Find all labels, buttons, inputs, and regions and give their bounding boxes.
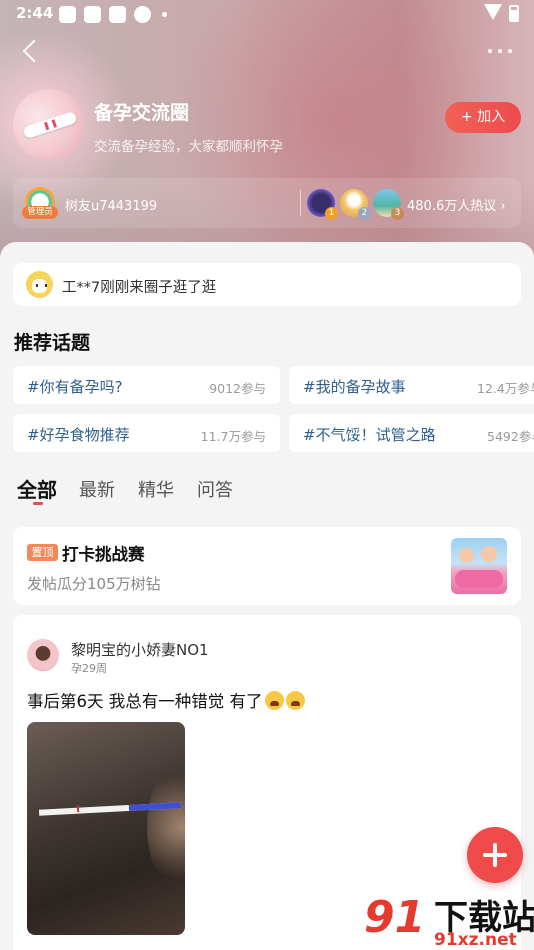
top-member-avatar[interactable]: 3 [373, 189, 404, 220]
topic-count: 5492参与 [487, 429, 534, 444]
post-username[interactable]: 黎明宝的小娇妻NO1 [71, 639, 209, 660]
topic-name: #你有备孕吗? [27, 378, 123, 396]
topic-count: 9012参与 [209, 381, 266, 396]
topic-card[interactable]: #好孕食物推荐 11.7万参与 [13, 414, 280, 452]
heat-count: 480.6万人热议 [407, 199, 497, 214]
circle-avatar [13, 89, 84, 160]
notification-icon [109, 6, 126, 23]
topic-count: 12.4万参与 [477, 381, 534, 396]
pinned-subtitle: 发帖瓜分105万树钻 [27, 575, 161, 593]
heat-count-link[interactable]: 480.6万人热议 › [407, 195, 506, 214]
notification-icon [84, 6, 101, 23]
battery-icon [509, 5, 519, 22]
pinned-title: 打卡挑战赛 [62, 545, 145, 564]
create-post-button[interactable] [467, 827, 523, 883]
back-icon[interactable] [18, 36, 46, 66]
pinned-post[interactable]: 置顶 打卡挑战赛 发帖瓜分105万树钻 [13, 527, 521, 605]
more-notifications-dot [162, 12, 167, 17]
rank-badge: 2 [358, 207, 371, 220]
visitor-avatar-icon [26, 271, 53, 298]
divider [300, 190, 301, 216]
rank-badge: 1 [325, 207, 338, 220]
admin-name[interactable]: 树友u7443199 [65, 195, 157, 214]
rank-badge: 3 [391, 207, 404, 220]
topic-count: 11.7万参与 [200, 429, 266, 444]
tab-qa[interactable]: 问答 [197, 476, 233, 502]
tab-featured[interactable]: 精华 [138, 476, 174, 502]
recommended-topics-title: 推荐话题 [14, 332, 91, 354]
emoji-crying-icon [264, 691, 284, 710]
status-time: 2:44 [16, 4, 54, 22]
post-image[interactable] [27, 722, 185, 935]
admin-badge: 管理员 [22, 206, 58, 219]
emoji-crying-icon [285, 691, 305, 710]
pinned-badge: 置顶 [27, 544, 58, 561]
topic-card[interactable]: #我的备孕故事 12.4万参与 [289, 366, 534, 404]
notification-icon [59, 6, 76, 23]
visitor-notice-text: 工**7刚刚来圈子逛了逛 [62, 280, 217, 296]
tab-all[interactable]: 全部 [17, 474, 57, 503]
circle-info-bar: 管理员 树友u7443199 1 2 3 480.6万人热议 › [13, 178, 521, 228]
post-text-line: 事后第6天 我总有一种错觉 有了 [27, 688, 305, 712]
watermark-mark: 91 [364, 892, 426, 943]
visitor-notice: 工**7刚刚来圈子逛了逛 [13, 263, 521, 306]
post-text: 事后第6天 我总有一种错觉 有了 [27, 692, 263, 711]
tab-latest[interactable]: 最新 [79, 476, 115, 502]
circle-description: 交流备孕经验，大家都顺利怀孕 [94, 139, 283, 155]
active-tab-indicator [33, 502, 43, 505]
top-member-avatar[interactable]: 1 [307, 189, 338, 220]
pinned-thumbnail [451, 538, 507, 594]
circle-content: 工**7刚刚来圈子逛了逛 推荐话题 #你有备孕吗? 9012参与 #我的备孕故事… [0, 242, 534, 950]
status-bar: 2:44 [0, 0, 534, 28]
chevron-right-icon: › [500, 199, 506, 214]
topic-card[interactable]: #你有备孕吗? 9012参与 [13, 366, 280, 404]
avatar[interactable] [27, 639, 59, 671]
top-member-avatar[interactable]: 2 [340, 189, 371, 220]
topic-name: #好孕食物推荐 [27, 426, 130, 444]
join-button[interactable]: + 加入 [445, 102, 521, 133]
topic-name: #不气馁！试管之路 [303, 426, 436, 444]
watermark-url: 91xz.net [434, 930, 517, 950]
topic-card[interactable]: #不气馁！试管之路 5492参与 [289, 414, 534, 452]
more-icon[interactable] [488, 40, 514, 60]
topic-name: #我的备孕故事 [303, 378, 406, 396]
pregnancy-week: 孕29周 [71, 662, 107, 675]
wifi-icon [484, 4, 502, 20]
circle-title: 备孕交流圈 [94, 102, 190, 124]
watermark-logo: 91 下载站 91xz.net [364, 888, 534, 950]
app-notification-icon [134, 6, 151, 23]
